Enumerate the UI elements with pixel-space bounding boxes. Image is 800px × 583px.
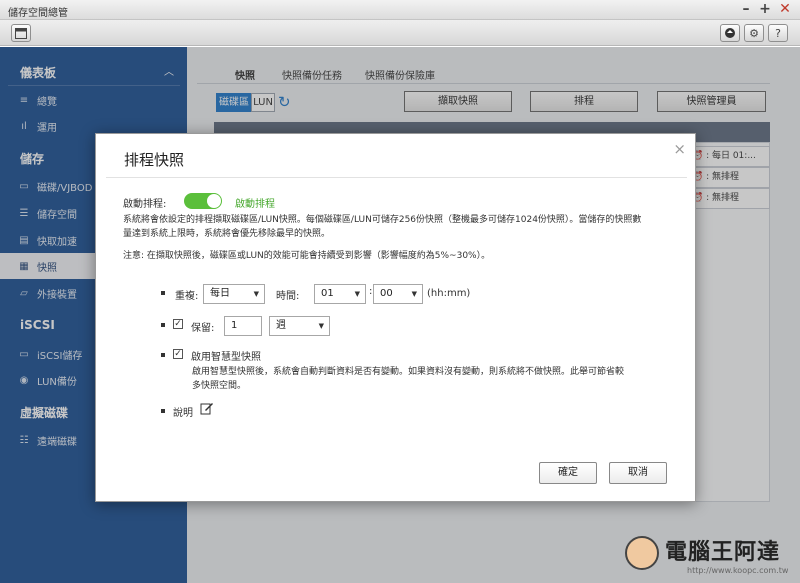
help-button[interactable]: ?: [768, 24, 788, 42]
retention-unit-select[interactable]: 週 ▼: [269, 316, 330, 336]
bullet: [161, 409, 165, 413]
watermark-url: http://www.koopc.com.tw: [687, 566, 789, 575]
enable-schedule-label: 啟動排程:: [123, 199, 167, 210]
enable-schedule-status: 啟動排程: [235, 199, 275, 210]
snapshot-tool-button[interactable]: [720, 24, 740, 42]
time-label: 時間:: [276, 291, 300, 302]
ok-button[interactable]: 確定: [539, 462, 597, 484]
sidebar-toggle-button[interactable]: [11, 24, 31, 42]
divider: [106, 177, 687, 178]
smart-snapshot-description: 啟用智慧型快照後，系統會自動判斷資料是否有變動。如果資料沒有變動，則系統將不做快…: [192, 367, 625, 391]
dropdown-arrow-icon: ▼: [253, 290, 259, 298]
retention-label: 保留:: [191, 323, 215, 334]
bullet: [161, 353, 165, 357]
dropdown-arrow-icon: ▼: [318, 322, 324, 330]
toolbar: ⚙ ?: [0, 20, 800, 46]
hour-select[interactable]: 01 ▼: [314, 284, 366, 304]
bullet: [161, 291, 165, 295]
retention-checkbox[interactable]: ✓: [173, 319, 183, 329]
window-title: 儲存空間總管: [8, 8, 68, 19]
smart-snapshot-label: 啟用智慧型快照: [191, 352, 261, 363]
bullet: [161, 323, 165, 327]
panel-icon: [15, 27, 27, 39]
edit-icon[interactable]: [200, 401, 214, 415]
gear-icon: ⚙: [749, 26, 759, 40]
title-bar: 儲存空間總管 – + ✕: [0, 0, 800, 20]
toggle-knob: [207, 194, 221, 208]
repeat-label: 重複:: [175, 291, 199, 302]
close-button[interactable]: ✕: [777, 1, 793, 17]
close-icon[interactable]: ×: [673, 140, 686, 158]
dropdown-arrow-icon: ▼: [354, 290, 360, 298]
time-format-hint: (hh:mm): [427, 288, 471, 299]
watermark-text: 電腦王阿達: [665, 540, 781, 565]
retention-count-input[interactable]: 1: [224, 316, 262, 336]
minute-select[interactable]: 00 ▼: [373, 284, 423, 304]
description: 系統將會依設定的排程擷取磁碟區/LUN快照。每個磁碟區/LUN可儲存256份快照…: [123, 215, 642, 239]
note-label: 說明: [173, 408, 193, 419]
dialog-title: 排程快照: [124, 151, 185, 169]
smart-snapshot-checkbox[interactable]: ✓: [173, 349, 183, 359]
repeat-select[interactable]: 每日 ▼: [203, 284, 265, 304]
maximize-button[interactable]: +: [757, 1, 773, 17]
snapshot-icon: [725, 28, 735, 38]
enable-schedule-toggle[interactable]: [184, 193, 222, 209]
watermark: 電腦王阿達 http://www.koopc.com.tw: [625, 532, 795, 580]
time-separator: :: [369, 286, 373, 297]
minimize-button[interactable]: –: [738, 1, 754, 17]
schedule-snapshot-dialog: 排程快照 × 啟動排程: 啟動排程 系統將會依設定的排程擷取磁碟區/LUN快照。…: [95, 133, 696, 502]
performance-note: 注意: 在擷取快照後，磁碟區或LUN的效能可能會持續受到影響（影響幅度約為5%~…: [123, 251, 491, 261]
help-icon: ?: [775, 26, 781, 40]
settings-button[interactable]: ⚙: [744, 24, 764, 42]
mascot-icon: [625, 536, 659, 570]
cancel-button[interactable]: 取消: [609, 462, 667, 484]
dropdown-arrow-icon: ▼: [411, 290, 417, 298]
